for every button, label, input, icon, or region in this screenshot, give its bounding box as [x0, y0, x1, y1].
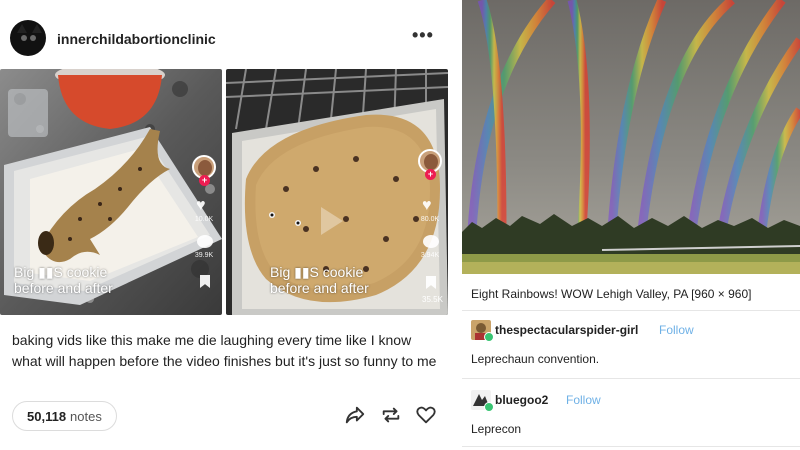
follow-plus-icon[interactable]: + [199, 175, 210, 186]
comment-count: 3.94K [420, 252, 440, 259]
reblog-username[interactable]: thespectacularspider-girl [495, 323, 638, 337]
comment-icon[interactable] [197, 235, 213, 248]
verified-badge-icon [484, 332, 494, 342]
video-thumbnail-after[interactable]: + ♥ 80.0K 3.94K 35.5K Big ▮▮S cookie bef… [226, 69, 448, 315]
like-icon[interactable] [415, 404, 437, 426]
reblog-icon[interactable] [380, 404, 402, 426]
share-icon[interactable] [344, 404, 366, 426]
notes-label: notes [70, 408, 102, 424]
notes-button[interactable]: 50,118 notes [12, 401, 117, 431]
heart-icon[interactable]: ♥ [422, 197, 432, 215]
follow-button[interactable]: Follow [566, 393, 601, 407]
comment-count: 39.9K [194, 252, 214, 259]
comment-icon[interactable] [423, 235, 439, 248]
caption-line-1: Big ▮▮S cookie [270, 264, 364, 280]
reblog-thread: Eight Rainbows! WOW Lehigh Valley, PA [9… [462, 0, 800, 450]
reblog-username[interactable]: bluegoo2 [495, 393, 548, 407]
verified-badge-icon [484, 402, 494, 412]
divider [462, 310, 800, 311]
divider [462, 446, 800, 447]
column-divider [452, 0, 462, 450]
play-icon[interactable] [321, 207, 343, 235]
notes-count: 50,118 [27, 408, 67, 424]
reblog-text: Leprecon [471, 422, 522, 436]
reblog-header: bluegoo2 Follow [471, 390, 791, 412]
follow-button[interactable]: Follow [659, 323, 694, 337]
like-count: 80.0K [420, 216, 440, 223]
post-username[interactable]: innerchildabortionclinic [57, 31, 216, 47]
divider [462, 378, 800, 379]
image-caption: Eight Rainbows! WOW Lehigh Valley, PA [9… [471, 287, 752, 301]
post-header: innerchildabortionclinic ••• [0, 0, 452, 68]
like-count: 10.0K [194, 216, 214, 223]
video-caption: Big ▮▮S cookie before and after [14, 264, 113, 296]
tumblr-post: innerchildabortionclinic ••• + ♥ 10.0K 3… [0, 0, 452, 450]
heart-icon[interactable]: ♥ [196, 197, 206, 215]
reblog-text: Leprechaun convention. [471, 352, 600, 366]
rainbow-landscape [462, 0, 800, 274]
caption-line-2: before and after [270, 280, 369, 296]
post-body-text: baking vids like this make me die laughi… [12, 332, 437, 369]
caption-line-1: Big ▮▮S cookie [14, 264, 108, 280]
caption-line-2: before and after [14, 280, 113, 296]
reblog-header: thespectacularspider-girl Follow [471, 320, 791, 342]
follow-plus-icon[interactable]: + [425, 169, 436, 180]
user-avatar[interactable] [10, 20, 46, 56]
video-thumbnail-before[interactable]: + ♥ 10.0K 39.9K Big ▮▮S cookie before an… [0, 69, 222, 315]
more-options-icon[interactable]: ••• [412, 25, 434, 46]
rainbow-photo[interactable] [462, 0, 800, 274]
video-caption: Big ▮▮S cookie before and after [270, 264, 369, 296]
save-count: 35.5K [422, 295, 443, 304]
